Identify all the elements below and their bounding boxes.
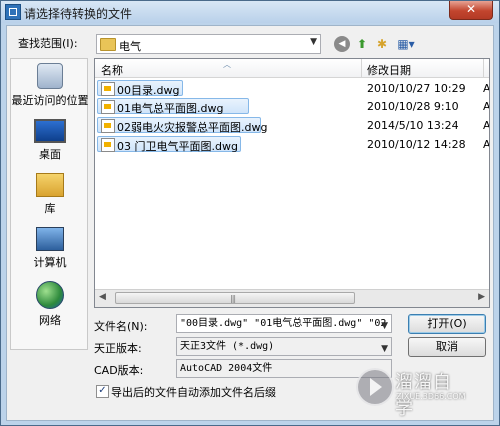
horizontal-scrollbar[interactable]: ◀ ||| ▶: [95, 289, 489, 307]
file-date: 2010/10/28 9:10: [367, 100, 459, 113]
place-label: 桌面: [39, 148, 61, 161]
places-bar: 最近访问的位置 桌面 库 计算机 网络: [10, 58, 89, 350]
up-folder-icon[interactable]: ⬆: [354, 36, 370, 52]
file-row[interactable]: 02弱电火灾报警总平面图.dwg 2014/5/10 13:24 A: [97, 117, 490, 134]
network-icon: [36, 281, 64, 309]
file-row[interactable]: 01电气总平面图.dwg 2010/10/28 9:10 A: [97, 98, 490, 115]
watermark-url: ZIXUE.3D66.COM: [396, 392, 466, 401]
cad-version-label: CAD版本:: [94, 364, 144, 377]
file-row[interactable]: 03 门卫电气平面图.dwg 2010/10/12 14:28 A: [97, 136, 490, 153]
dwg-file-icon: [101, 119, 115, 133]
file-more: A: [483, 100, 490, 113]
place-label: 库: [44, 202, 56, 215]
file-name: 03 门卫电气平面图.dwg: [117, 140, 238, 153]
dwg-file-icon: [101, 100, 115, 114]
scroll-right-icon[interactable]: ▶: [478, 292, 485, 302]
file-name: 02弱电火灾报警总平面图.dwg: [117, 121, 268, 134]
new-folder-icon[interactable]: ✱: [374, 36, 390, 52]
title-bar: 请选择待转换的文件 ✕: [1, 1, 499, 23]
cad-version-value: AutoCAD 2004文件: [180, 363, 273, 374]
file-date: 2014/5/10 13:24: [367, 119, 459, 132]
file-more: A: [483, 119, 490, 132]
place-label: 网络: [39, 314, 61, 327]
dwg-file-icon: [101, 82, 115, 96]
auto-suffix-label: 导出后的文件自动添加文件名后缀: [111, 386, 276, 399]
look-in-value: 电气: [119, 40, 141, 53]
scroll-left-icon[interactable]: ◀: [99, 292, 106, 302]
filename-input[interactable]: "00目录.dwg" "01电气总平面图.dwg" "02 ▼: [176, 314, 392, 333]
desktop-icon: [34, 119, 66, 143]
watermark: 溜溜自学 ZIXUE.3D66.COM: [350, 358, 470, 419]
place-libraries[interactable]: 库: [11, 173, 89, 216]
version-label: 天正版本:: [94, 342, 142, 355]
file-row[interactable]: 00目录.dwg 2010/10/27 10:29 A: [97, 80, 490, 97]
chevron-down-icon[interactable]: ▼: [310, 37, 317, 47]
file-name: 00目录.dwg: [117, 84, 180, 97]
back-icon[interactable]: ◀: [334, 36, 350, 52]
view-menu-icon[interactable]: ▦▾: [396, 36, 416, 52]
place-recent[interactable]: 最近访问的位置: [11, 63, 89, 108]
look-in-label: 查找范围(I):: [18, 37, 78, 50]
column-divider[interactable]: [361, 59, 362, 77]
dwg-file-icon: [101, 138, 115, 152]
folder-icon: [100, 38, 116, 51]
file-list[interactable]: 名称 ︿ 修改日期 00目录.dwg 2010/10/27 10:29 A 01…: [94, 58, 490, 308]
place-computer[interactable]: 计算机: [11, 227, 89, 270]
column-header-name[interactable]: 名称: [101, 62, 123, 78]
place-network[interactable]: 网络: [11, 281, 89, 328]
filename-value: "00目录.dwg" "01电气总平面图.dwg" "02: [180, 318, 387, 329]
app-icon: [5, 4, 21, 20]
open-button[interactable]: 打开(O): [408, 314, 486, 334]
file-more: A: [483, 82, 490, 95]
look-in-dropdown[interactable]: 电气 ▼: [96, 34, 321, 54]
place-label: 最近访问的位置: [11, 94, 89, 107]
file-more: A: [483, 138, 490, 151]
file-date: 2010/10/12 14:28: [367, 138, 466, 151]
place-label: 计算机: [33, 256, 67, 269]
chevron-down-icon[interactable]: ▼: [381, 318, 388, 332]
recent-places-icon: [37, 63, 63, 89]
grip-icon: |||: [230, 294, 236, 303]
chevron-down-icon[interactable]: ▼: [381, 341, 388, 355]
play-logo-icon: [356, 368, 394, 406]
column-divider[interactable]: [483, 59, 484, 77]
sort-arrow-icon: ︿: [223, 60, 231, 69]
close-button[interactable]: ✕: [449, 1, 493, 20]
file-name: 01电气总平面图.dwg: [117, 102, 224, 115]
cancel-button[interactable]: 取消: [408, 337, 486, 357]
scrollbar-thumb[interactable]: |||: [115, 292, 355, 304]
auto-suffix-checkbox[interactable]: ✓: [96, 385, 109, 398]
version-value: 天正3文件 (*.dwg): [180, 341, 275, 352]
column-header-date[interactable]: 修改日期: [367, 62, 411, 78]
window-title: 请选择待转换的文件: [24, 7, 133, 21]
version-select[interactable]: 天正3文件 (*.dwg) ▼: [176, 337, 392, 356]
filename-label: 文件名(N):: [94, 320, 148, 333]
column-header-bar: 名称 ︿ 修改日期: [95, 59, 489, 78]
libraries-icon: [36, 173, 64, 197]
place-desktop[interactable]: 桌面: [11, 119, 89, 162]
computer-icon: [36, 227, 64, 251]
file-date: 2010/10/27 10:29: [367, 82, 466, 95]
